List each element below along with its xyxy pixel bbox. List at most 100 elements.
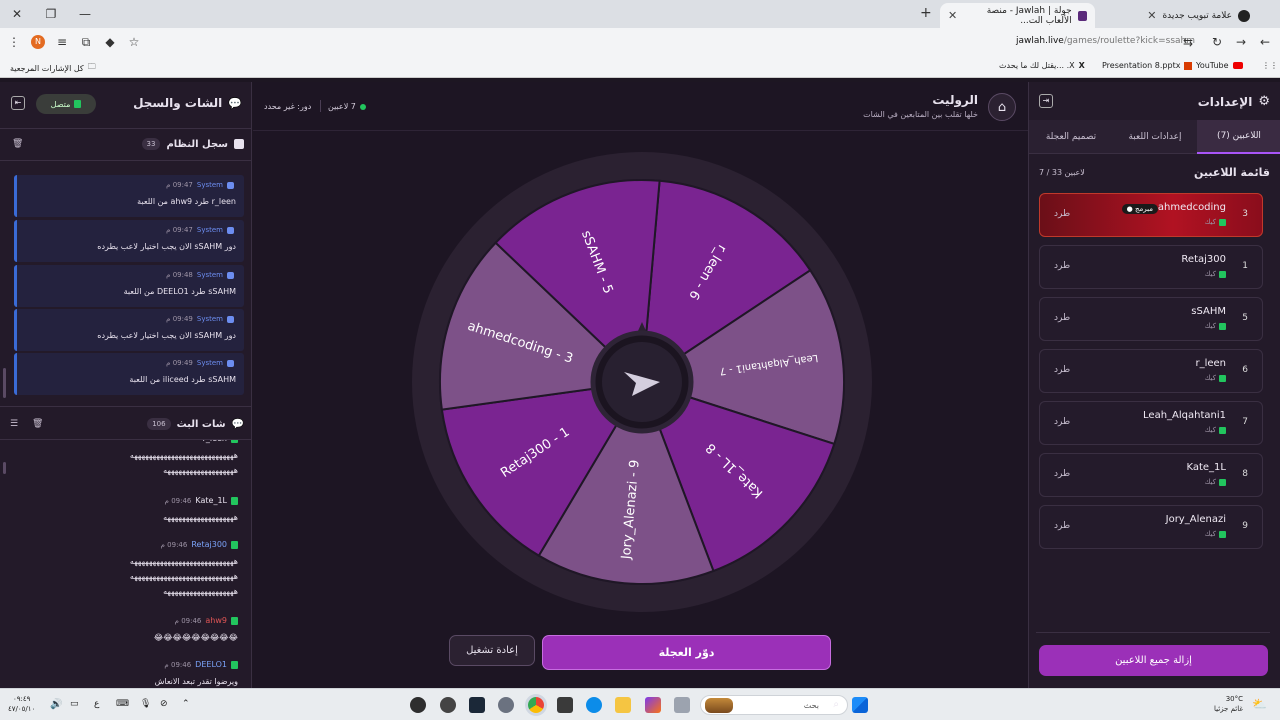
search-icon: ⌕ <box>833 699 839 710</box>
window-controls: ✕ ❐ — <box>0 0 102 28</box>
task-view-icon[interactable] <box>674 697 690 713</box>
kick-button[interactable]: طرد <box>1054 417 1070 427</box>
settings-app-icon[interactable] <box>440 697 456 713</box>
clock-time: ٠٩:٤٩ <box>12 695 31 703</box>
system-log-message: System 09:47 م r_leen طرد ahw9 من اللعبة <box>14 175 244 217</box>
player-card: 9 Jory_Alenazi كيك طرد <box>1039 505 1263 549</box>
divider <box>0 406 252 407</box>
all-bookmarks[interactable]: كل الإشارات المرجعية 🗀 <box>10 61 96 75</box>
language-indicator[interactable]: ع <box>94 699 99 709</box>
back-icon[interactable]: ← <box>1253 30 1277 54</box>
chat-panel-header: 💬 الشات والسجل <box>133 96 242 110</box>
file-explorer-icon[interactable] <box>615 697 631 713</box>
bookmark-x[interactable]: يقتل لك ما يحدث... .X X <box>999 61 1085 70</box>
kick-button[interactable]: طرد <box>1054 469 1070 479</box>
chrome-icon[interactable] <box>528 697 544 713</box>
player-card: 3 ahmedcoding ● مبرمج كيك طرد <box>1039 193 1263 237</box>
taskbar-search[interactable]: ⌕ بحث <box>700 695 848 715</box>
restore-window-icon[interactable]: ❐ <box>34 0 68 28</box>
steam-icon[interactable] <box>469 697 485 713</box>
home-button[interactable]: ⌂ <box>988 93 1016 121</box>
log-scrollbar[interactable] <box>3 368 6 398</box>
tab-wheel-design[interactable]: تصميم العجلة <box>1029 120 1113 154</box>
restart-label: إعادة تشغيل <box>466 645 518 656</box>
roulette-wheel[interactable]: r_leen - 6Leah_Alqahtani1 - 7Kate_1L - 8… <box>410 150 874 614</box>
player-name: r_leen <box>1195 358 1226 369</box>
chat-time: 09:46 م <box>164 660 192 669</box>
new-tab-icon[interactable]: + <box>920 5 932 21</box>
chat-author: r_leen <box>130 440 238 443</box>
player-number: 9 <box>1242 521 1248 531</box>
windows-start-icon[interactable] <box>852 697 868 713</box>
site-info-icon[interactable]: ⇆ <box>1176 30 1200 54</box>
kick-button[interactable]: طرد <box>1054 521 1070 531</box>
chat-line: ههههههههههههههههههههههههههههه <box>129 572 238 581</box>
remove-all-players-button[interactable]: إزالة جميع اللاعبين <box>1039 645 1268 676</box>
tab-game-settings[interactable]: إعدادات اللعبة <box>1113 120 1197 154</box>
kick-button[interactable]: طرد <box>1054 261 1070 271</box>
chat-text: ويرضوا تقدر تبعد الانعاش <box>155 674 238 688</box>
player-number: 7 <box>1242 417 1248 427</box>
player-card: 5 sSAHM كيك طرد <box>1039 297 1263 341</box>
bot-icon <box>227 226 234 234</box>
restart-button[interactable]: إعادة تشغيل <box>449 635 535 666</box>
kick-platform-icon <box>1219 218 1226 226</box>
home-icon: ⌂ <box>997 99 1007 115</box>
turn-indicator: دور: غير محدد <box>264 102 312 111</box>
split-view-icon[interactable]: ⧉ <box>74 30 98 54</box>
bookmark-presentation[interactable]: Presentation 8.pptx <box>1102 61 1193 70</box>
keyboard-icon[interactable]: ⌨ <box>116 699 129 709</box>
network-icon[interactable]: ▭ <box>70 699 79 709</box>
tab-title: علامة تبويب جديدة <box>1162 10 1232 21</box>
trash-icon[interactable]: 🗑 <box>32 419 43 429</box>
weather-widget[interactable]: 30°C غائم جزئيا <box>1214 694 1243 714</box>
menu-dots-icon[interactable]: ⋮ <box>2 30 26 54</box>
kick-button[interactable]: طرد <box>1054 313 1070 323</box>
bookmark-star-icon[interactable]: ☆ <box>122 30 146 54</box>
close-window-icon[interactable]: ✕ <box>0 0 34 28</box>
tab-new[interactable]: علامة تبويب جديدة ✕ <box>1100 3 1258 28</box>
collapse-panel-icon[interactable]: ⇥ <box>1039 94 1053 108</box>
expand-panel-icon[interactable]: ⇤ <box>11 96 25 110</box>
hidden-apps-icon[interactable]: ⊘ <box>160 699 168 709</box>
store-icon[interactable] <box>557 697 573 713</box>
tab-jawlah[interactable]: جولة | Jawlah - منصة الألعاب الت... ✕ <box>940 3 1095 28</box>
profile-avatar[interactable]: N <box>26 30 50 54</box>
spin-wheel-button[interactable]: دوّر العجلة <box>542 635 831 670</box>
chat-text: ههههههههههههههههههههههههههههه ههههههههههه… <box>130 554 238 599</box>
forward-icon[interactable]: → <box>1229 30 1253 54</box>
copilot-icon[interactable] <box>645 697 661 713</box>
extensions-icon[interactable]: ◆ <box>98 30 122 54</box>
sender-name: System <box>196 315 223 323</box>
close-tab-icon[interactable]: ✕ <box>1147 9 1156 22</box>
clock[interactable]: ٠٩:٤٩ ٤٧/٠٥/١٠ <box>8 694 35 714</box>
chat-scrollbar[interactable] <box>3 462 6 474</box>
tab-search-icon[interactable]: ≡ <box>50 30 74 54</box>
chat-bubble-icon: 💬 <box>228 96 242 110</box>
close-tab-icon[interactable]: ✕ <box>948 9 957 22</box>
bookmark-youtube[interactable]: YouTube <box>1196 61 1243 70</box>
minimize-window-icon[interactable]: — <box>68 0 102 28</box>
tab-players[interactable]: اللاعبين (7) <box>1197 120 1280 154</box>
speaker-icon[interactable]: 🔊 <box>50 699 62 710</box>
chevron-up-icon[interactable]: ⌃ <box>182 699 190 709</box>
microphone-icon[interactable]: 🎙 <box>140 699 151 709</box>
status-label: كيك <box>1204 322 1216 330</box>
bookmark-label: Presentation 8.pptx <box>1102 61 1181 70</box>
system-log-message: System 09:48 م sSAHM طرد DEELO1 من اللعبة <box>14 265 244 307</box>
chat-line: هههههههههههههههههههه <box>163 587 238 596</box>
edge-icon[interactable] <box>586 697 602 713</box>
obs-icon[interactable] <box>410 697 426 713</box>
apps-grid-icon[interactable]: ⋮⋮ <box>1262 61 1278 70</box>
trash-icon[interactable]: 🗑 <box>12 139 23 149</box>
chat-line: ههههههههههههههههههههههههههههه <box>129 451 238 460</box>
gear-app-icon[interactable] <box>498 697 514 713</box>
chat-text: هههههههههههههههههههه <box>163 510 238 525</box>
reload-icon[interactable]: ↻ <box>1205 30 1229 54</box>
kick-button[interactable]: طرد <box>1054 209 1070 219</box>
filter-icon[interactable]: ☰ <box>10 419 18 429</box>
kick-button[interactable]: طرد <box>1054 365 1070 375</box>
bot-icon <box>227 315 234 323</box>
clock-date: ٤٧/٠٥/١٠ <box>8 705 36 713</box>
address-bar[interactable]: jawlah.live/games/roulette?kick=ssahm <box>1016 36 1195 46</box>
